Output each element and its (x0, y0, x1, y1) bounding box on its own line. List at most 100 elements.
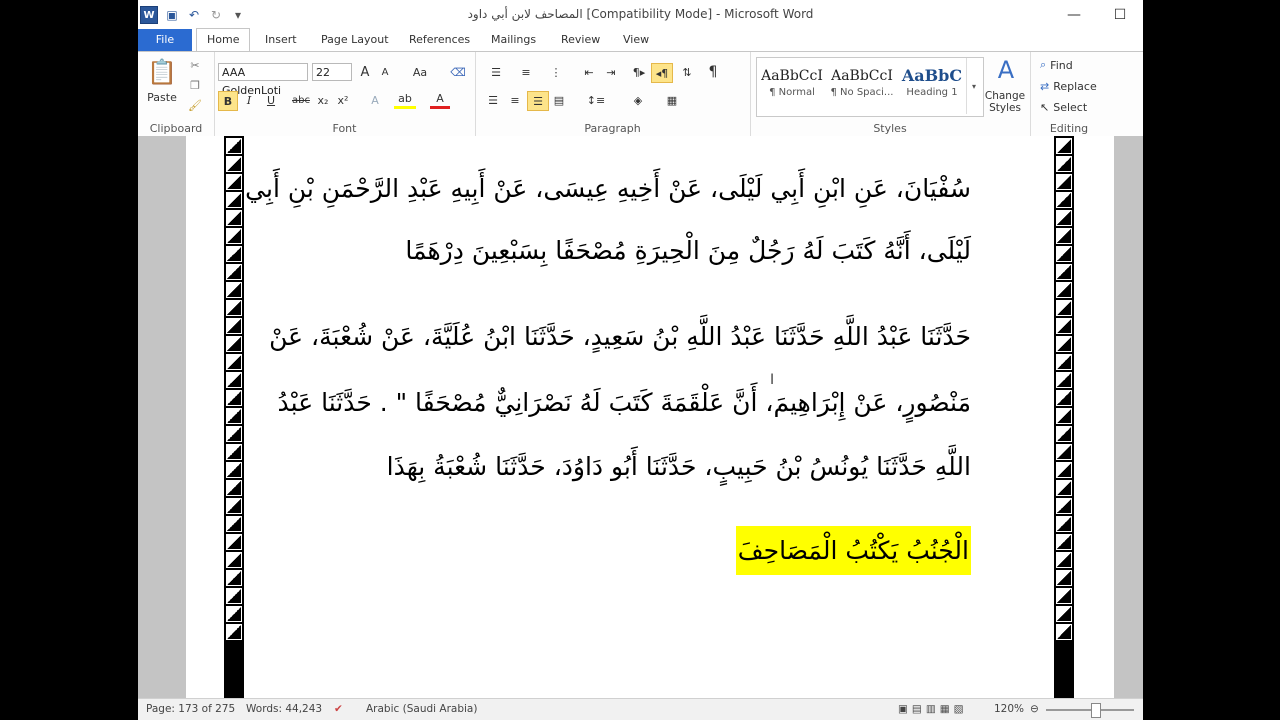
tab-file[interactable]: File (138, 29, 192, 51)
subscript-icon[interactable]: x₂ (314, 91, 332, 109)
border-pattern-cell (1056, 588, 1072, 604)
font-size-select[interactable]: 22 (312, 63, 352, 81)
clipboard-group: 📋 Paste ✂ ❐ 🖌 Clipboard (138, 52, 215, 136)
border-pattern-cell (1056, 246, 1072, 262)
border-pattern-cell (1056, 336, 1072, 352)
border-pattern-cell (226, 516, 242, 532)
proofing-icon[interactable]: ✔ (334, 703, 343, 715)
title-bar: W ▣ ↶ ↻ ▾ المصاحف لابن أبي داود [Compati… (138, 0, 1143, 30)
border-pattern-cell (226, 480, 242, 496)
underline-button[interactable]: U (262, 91, 280, 109)
language-indicator[interactable]: Arabic (Saudi Arabia) (366, 703, 477, 715)
sort-icon[interactable]: ⇅ (677, 63, 697, 81)
tab-page-layout[interactable]: Page Layout (311, 29, 399, 51)
style-no-spacing-preview: AaBbCcI (831, 68, 893, 84)
style-heading-1-preview: AaBbC (901, 66, 963, 85)
document-area: سُفْيَانَ، عَنِ ابْنِ أَبِي لَيْلَى، عَن… (138, 136, 1143, 698)
border-pattern-cell (226, 390, 242, 406)
border-pattern-cell (1056, 552, 1072, 568)
replace-label: Replace (1053, 79, 1097, 93)
page-count[interactable]: Page: 173 of 275 (146, 703, 235, 715)
italic-button[interactable]: I (240, 91, 258, 109)
zoom-slider[interactable] (1046, 709, 1134, 711)
border-pattern-cell (1056, 606, 1072, 622)
document-page[interactable]: سُفْيَانَ، عَنِ ابْنِ أَبِي لَيْلَى، عَن… (186, 136, 1114, 698)
borders-icon[interactable]: ▦ (659, 91, 685, 109)
word-window: W ▣ ↶ ↻ ▾ المصاحف لابن أبي داود [Compati… (138, 0, 1143, 720)
decrease-indent-icon[interactable]: ⇤ (579, 63, 599, 81)
border-pattern-cell (1056, 372, 1072, 388)
style-no-spacing-name: ¶ No Spaci... (830, 87, 894, 98)
zoom-level[interactable]: 120% (994, 703, 1024, 715)
border-pattern-cell (226, 426, 242, 442)
multilevel-list-icon[interactable]: ⋮ (543, 63, 569, 81)
format-painter-icon[interactable]: 🖌 (186, 96, 204, 114)
border-pattern-cell (226, 192, 242, 208)
highlight-color-icon[interactable]: ab (394, 91, 416, 109)
tab-mailings[interactable]: Mailings (481, 29, 546, 51)
copy-icon[interactable]: ❐ (186, 76, 204, 94)
select-button[interactable]: ↖ Select (1040, 98, 1104, 116)
font-color-icon[interactable]: A (430, 91, 450, 109)
paste-icon[interactable]: 📋 (147, 56, 177, 88)
paste-button[interactable]: Paste (144, 90, 180, 104)
view-buttons-icon[interactable]: ▣▤▥▦▧ (898, 703, 968, 715)
style-heading-1[interactable]: AaBbC Heading 1 (898, 61, 966, 113)
increase-indent-icon[interactable]: ⇥ (601, 63, 621, 81)
ltr-icon[interactable]: ¶▸ (629, 63, 649, 81)
word-count[interactable]: Words: 44,243 (246, 703, 322, 715)
rtl-icon[interactable]: ◂¶ (651, 63, 673, 83)
style-normal[interactable]: AaBbCcI ¶ Normal (758, 61, 826, 113)
replace-button[interactable]: ⇄ Replace (1040, 77, 1104, 95)
border-pattern-cell (1056, 444, 1072, 460)
styles-scroll-icon[interactable]: ▾ (966, 58, 981, 114)
superscript-icon[interactable]: x² (334, 91, 352, 109)
border-pattern-cell (1056, 300, 1072, 316)
border-pattern-cell (1056, 354, 1072, 370)
document-line: حَدَّثَنَا عَبْدُ اللَّهِ حَدَّثَنَا عَب… (269, 322, 971, 351)
page-border-right (1054, 136, 1074, 698)
tab-insert[interactable]: Insert (255, 29, 307, 51)
font-group: AAA GoldenLoti 22 A A Aa ⌫ B I U abc x₂ … (214, 52, 476, 136)
minimize-button[interactable]: — (1051, 0, 1097, 29)
border-pattern-cell (226, 336, 242, 352)
tab-review[interactable]: Review (551, 29, 610, 51)
clear-formatting-icon[interactable]: ⌫ (448, 63, 468, 81)
grow-font-icon[interactable]: A (356, 63, 374, 81)
strikethrough-icon[interactable]: abc (290, 91, 312, 109)
shading-icon[interactable]: ◈ (625, 91, 651, 109)
document-heading: الْجُنُبُ يَكْتُبُ الْمَصَاحِفَ (735, 526, 971, 575)
change-styles-icon[interactable]: A (990, 56, 1022, 84)
styles-group-label: Styles (873, 122, 907, 135)
tab-view[interactable]: View (613, 29, 659, 51)
shrink-font-icon[interactable]: A (376, 63, 394, 81)
ribbon: 📋 Paste ✂ ❐ 🖌 Clipboard AAA GoldenLoti 2… (138, 51, 1143, 137)
tab-home[interactable]: Home (196, 28, 251, 53)
style-no-spacing[interactable]: AaBbCcI ¶ No Spaci... (828, 61, 896, 113)
bold-button[interactable]: B (218, 91, 238, 111)
find-button[interactable]: ⌕ Find (1040, 56, 1104, 74)
font-family-select[interactable]: AAA GoldenLoti (218, 63, 308, 97)
zoom-slider-thumb[interactable] (1091, 703, 1101, 718)
border-pattern-cell (1056, 624, 1072, 640)
line-spacing-icon[interactable]: ↕≡ (583, 91, 609, 109)
show-marks-icon[interactable]: ¶ (703, 63, 723, 81)
cut-icon[interactable]: ✂ (186, 56, 204, 74)
ribbon-tabs: File Home Insert Page Layout References … (138, 28, 1143, 53)
border-pattern-cell (1056, 498, 1072, 514)
change-case-icon[interactable]: Aa (408, 63, 432, 81)
tab-references[interactable]: References (399, 29, 480, 51)
border-pattern-cell (226, 300, 242, 316)
bullets-icon[interactable]: ☰ (483, 63, 509, 81)
align-left-icon[interactable]: ☰ (483, 91, 503, 109)
maximize-button[interactable]: ☐ (1097, 0, 1143, 29)
border-pattern-cell (1056, 192, 1072, 208)
align-center-icon[interactable]: ≡ (505, 91, 525, 109)
border-pattern-cell (226, 570, 242, 586)
align-right-icon[interactable]: ☰ (527, 91, 549, 111)
justify-icon[interactable]: ▤ (549, 91, 569, 109)
change-styles-button[interactable]: Change Styles (980, 88, 1030, 116)
numbering-icon[interactable]: ≡ (513, 63, 539, 81)
text-effects-icon[interactable]: A (364, 91, 386, 109)
zoom-out-icon[interactable]: ⊖ (1030, 703, 1039, 715)
